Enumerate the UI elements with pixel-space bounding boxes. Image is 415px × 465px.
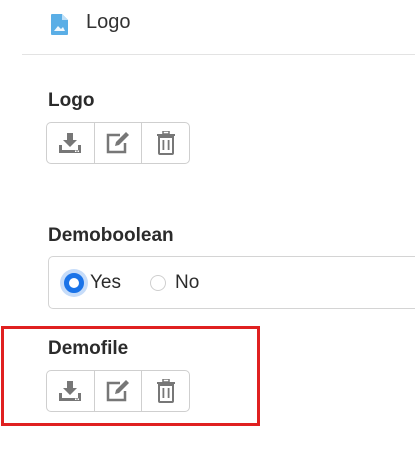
download-icon xyxy=(59,381,82,401)
radio-no[interactable] xyxy=(150,274,166,291)
demofile-label: Demofile xyxy=(48,338,129,359)
file-header: Logo xyxy=(0,0,415,52)
logo-label: Logo xyxy=(48,90,95,111)
demofile-delete-button[interactable] xyxy=(142,371,189,411)
trash-icon xyxy=(156,131,175,155)
logo-delete-button[interactable] xyxy=(142,123,189,163)
header-title: Logo xyxy=(86,11,131,33)
logo-edit-button[interactable] xyxy=(95,123,143,163)
radio-yes[interactable] xyxy=(64,272,84,293)
logo-actions xyxy=(46,122,190,164)
radio-yes-label: Yes xyxy=(90,271,121,293)
edit-icon xyxy=(106,132,129,154)
divider xyxy=(22,54,415,55)
radio-option-yes[interactable]: Yes xyxy=(64,257,121,308)
logo-download-button[interactable] xyxy=(47,123,95,163)
demofile-edit-button[interactable] xyxy=(95,371,143,411)
demoboolean-radio-group: Yes No xyxy=(48,256,415,309)
download-icon xyxy=(59,133,82,153)
demoboolean-label: Demoboolean xyxy=(48,225,174,246)
radio-no-label: No xyxy=(175,271,200,293)
image-file-icon xyxy=(51,14,68,35)
demofile-actions xyxy=(46,370,190,412)
demofile-download-button[interactable] xyxy=(47,371,95,411)
radio-option-no[interactable]: No xyxy=(150,257,199,308)
trash-icon xyxy=(156,379,175,403)
edit-icon xyxy=(106,380,129,402)
